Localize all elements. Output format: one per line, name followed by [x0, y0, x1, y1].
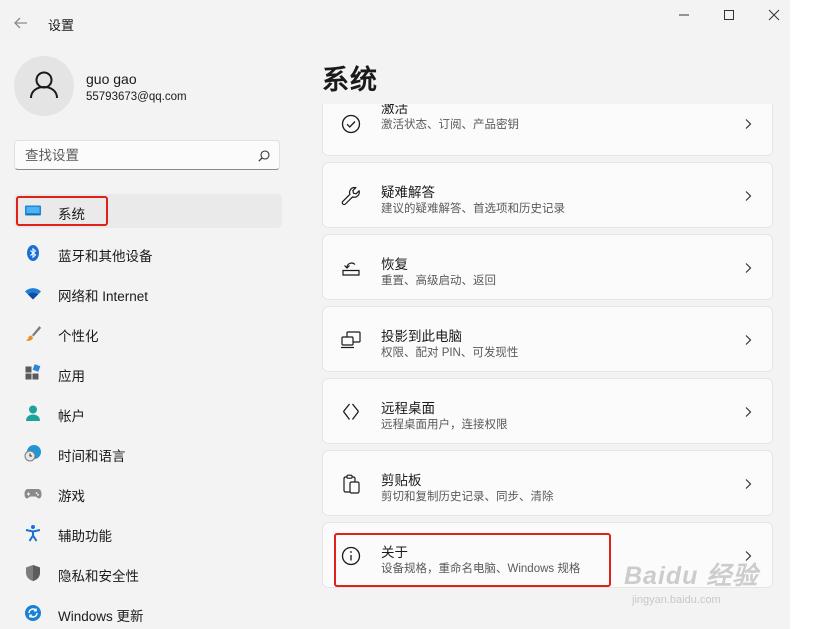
nav-item-bluetooth[interactable]: 蓝牙和其他设备: [14, 236, 282, 270]
card-subtitle: 权限、配对 PIN、可发现性: [381, 347, 519, 359]
recovery-icon: [342, 262, 360, 276]
nav-item-network[interactable]: 网络和 Internet: [14, 276, 282, 310]
watermark-logo: Baidu 经验: [624, 562, 759, 590]
setting-card-remote-desktop[interactable]: 远程桌面 远程桌面用户，连接权限: [322, 378, 773, 444]
nav-label: Windows 更新: [58, 609, 144, 624]
project-icon: [341, 331, 361, 349]
close-button[interactable]: [756, 4, 790, 26]
nav-item-personalization[interactable]: 个性化: [14, 316, 282, 350]
card-title: 恢复: [381, 257, 408, 272]
remote-desktop-icon: [342, 403, 360, 420]
chevron-right-icon: [745, 335, 752, 345]
nav-label: 帐户: [58, 409, 85, 424]
nav-item-privacy[interactable]: 隐私和安全性: [14, 556, 282, 590]
setting-card-activation[interactable]: 激活 激活状态、订阅、产品密钥: [322, 104, 773, 156]
accessibility-icon: [25, 525, 41, 542]
nav-label: 蓝牙和其他设备: [58, 249, 153, 264]
user-email: 55793673@qq.com: [86, 91, 187, 103]
bluetooth-icon: [27, 245, 39, 261]
brush-icon: [26, 326, 41, 341]
update-icon: [25, 605, 41, 621]
nav-item-time-language[interactable]: 时间和语言: [14, 436, 282, 470]
clipboard-icon: [343, 474, 360, 494]
watermark-url: jingyan.baidu.com: [632, 594, 721, 606]
nav-label: 游戏: [58, 489, 85, 504]
check-circle-icon: [341, 114, 361, 134]
person-icon: [26, 405, 40, 421]
setting-card-clipboard[interactable]: 剪贴板 剪切和复制历史记录、同步、清除: [322, 450, 773, 516]
wrench-icon: [341, 186, 360, 206]
minimize-button[interactable]: [666, 4, 702, 26]
card-subtitle: 重置、高级启动、返回: [381, 275, 496, 287]
user-silhouette-icon: [30, 71, 58, 99]
nav-label: 时间和语言: [58, 449, 126, 464]
red-highlight-about: [334, 533, 611, 587]
title-bar: 设置: [0, 0, 790, 46]
setting-card-project-to-pc[interactable]: 投影到此电脑 权限、配对 PIN、可发现性: [322, 306, 773, 372]
card-title: 投影到此电脑: [381, 329, 462, 344]
nav-label: 隐私和安全性: [58, 569, 139, 584]
wifi-icon: [25, 288, 41, 300]
nav-item-accessibility[interactable]: 辅助功能: [14, 516, 282, 550]
chevron-right-icon: [745, 119, 752, 129]
user-name: guo gao: [86, 71, 137, 87]
gamepad-icon: [24, 489, 42, 499]
card-subtitle: 剪切和复制历史记录、同步、清除: [381, 491, 554, 503]
nav-label: 辅助功能: [58, 529, 112, 544]
card-subtitle: 建议的疑难解答、首选项和历史记录: [381, 203, 565, 215]
minimize-icon: [679, 14, 689, 16]
search-icon[interactable]: [257, 149, 271, 163]
search-box[interactable]: [14, 140, 280, 170]
globe-clock-icon: [24, 445, 41, 462]
card-title: 剪贴板: [381, 473, 422, 488]
avatar[interactable]: [14, 56, 74, 116]
nav-item-accounts[interactable]: 帐户: [14, 396, 282, 430]
setting-card-recovery[interactable]: 恢复 重置、高级启动、返回: [322, 234, 773, 300]
chevron-right-icon: [745, 479, 752, 489]
red-highlight-system: [16, 196, 108, 226]
card-subtitle: 激活状态、订阅、产品密钥: [381, 119, 519, 131]
maximize-icon: [724, 10, 734, 20]
nav-label: 网络和 Internet: [58, 289, 149, 304]
card-title: 远程桌面: [381, 401, 435, 416]
setting-card-troubleshoot[interactable]: 疑难解答 建议的疑难解答、首选项和历史记录: [322, 162, 773, 228]
back-button[interactable]: [10, 12, 32, 34]
search-input[interactable]: [25, 146, 245, 164]
nav-label: 应用: [58, 369, 85, 384]
close-icon: [768, 9, 780, 21]
shield-icon: [26, 565, 40, 581]
chevron-right-icon: [745, 263, 752, 273]
apps-icon: [25, 364, 41, 380]
nav-item-gaming[interactable]: 游戏: [14, 476, 282, 510]
settings-window: 设置 guo gao 55793673@qq.com 查找设置 系统 蓝牙和其他…: [0, 0, 790, 629]
nav-item-windows-update[interactable]: Windows 更新: [14, 596, 282, 629]
chevron-right-icon: [745, 191, 752, 201]
chevron-right-icon: [745, 407, 752, 417]
back-arrow-icon: [14, 17, 27, 29]
page-title: 系统: [322, 65, 378, 95]
watermark: Baidu 经验 jingyan.baidu.com: [624, 556, 784, 616]
card-subtitle: 远程桌面用户，连接权限: [381, 419, 508, 431]
card-title: 疑难解答: [381, 185, 435, 200]
app-title: 设置: [48, 18, 75, 33]
nav-label: 个性化: [58, 329, 99, 344]
nav-item-apps[interactable]: 应用: [14, 356, 282, 390]
maximize-button[interactable]: [711, 4, 747, 26]
